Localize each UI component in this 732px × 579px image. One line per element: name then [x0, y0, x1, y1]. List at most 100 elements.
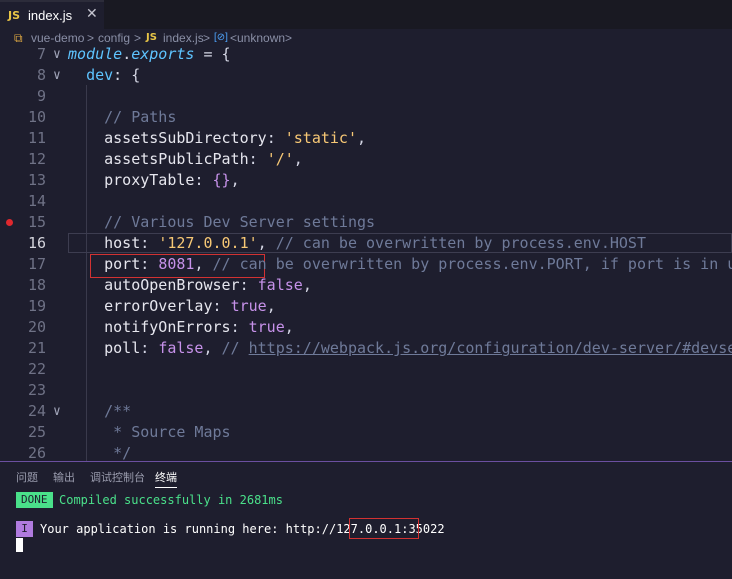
- code-token: 'static': [285, 129, 357, 147]
- code-token: [68, 297, 104, 315]
- line-number: 21: [0, 338, 46, 359]
- code-token: ,: [258, 234, 276, 252]
- code-text: proxyTable: {},: [68, 170, 240, 191]
- fold-chevron-icon[interactable]: ∨: [53, 401, 61, 422]
- code-token: autoOpenBrowser: [104, 276, 239, 294]
- code-line[interactable]: 22: [0, 359, 732, 380]
- code-token: host: [104, 234, 140, 252]
- tab-debug-console[interactable]: 调试控制台: [90, 469, 145, 485]
- code-token: dev: [86, 66, 113, 84]
- code-token: // Paths: [104, 108, 176, 126]
- tab-problems[interactable]: 问题: [16, 469, 38, 485]
- code-text: host: '127.0.0.1', // can be overwritten…: [68, 233, 646, 254]
- fold-chevron-icon[interactable]: ∨: [53, 44, 61, 65]
- code-token: */: [113, 444, 131, 461]
- editor-tab-bar: JS index.js ✕: [0, 0, 732, 29]
- code-token: [68, 402, 104, 420]
- line-number: 13: [0, 170, 46, 191]
- code-text: port: 8081, // can be overwritten by pro…: [68, 254, 732, 275]
- code-token: exports: [131, 45, 194, 63]
- close-icon[interactable]: ✕: [86, 6, 98, 22]
- code-line[interactable]: 15 // Various Dev Server settings: [0, 212, 732, 233]
- code-line[interactable]: 11 assetsSubDirectory: 'static',: [0, 128, 732, 149]
- code-line[interactable]: 19 errorOverlay: true,: [0, 296, 732, 317]
- terminal-cursor: [16, 538, 23, 552]
- code-line[interactable]: 26 */: [0, 443, 732, 461]
- line-number: 23: [0, 380, 46, 401]
- code-token: :: [240, 276, 258, 294]
- code-token: [68, 213, 104, 231]
- code-token: :: [140, 234, 158, 252]
- tab-index-js[interactable]: JS index.js ✕: [0, 0, 104, 29]
- code-line[interactable]: 7∨module.exports = {: [0, 44, 732, 65]
- code-token: true: [231, 297, 267, 315]
- code-token: https://webpack.js.org/configuration/dev…: [249, 339, 732, 357]
- line-number: 12: [0, 149, 46, 170]
- code-token: //: [222, 339, 249, 357]
- code-token: 8081: [158, 255, 194, 273]
- port-annotation-box: [349, 518, 419, 539]
- line-number: 22: [0, 359, 46, 380]
- code-line[interactable]: 13 proxyTable: {},: [0, 170, 732, 191]
- tab-filename: index.js: [28, 8, 72, 23]
- code-token: false: [258, 276, 303, 294]
- code-line[interactable]: 8∨ dev: {: [0, 65, 732, 86]
- code-editor[interactable]: 7∨module.exports = {8∨ dev: {910 // Path…: [0, 43, 732, 461]
- code-line[interactable]: 17 port: 8081, // can be overwritten by …: [0, 254, 732, 275]
- code-token: errorOverlay: [104, 297, 212, 315]
- code-token: [68, 108, 104, 126]
- variable-symbol-icon: [⊘]: [214, 32, 228, 43]
- line-number: 20: [0, 317, 46, 338]
- fold-chevron-icon[interactable]: ∨: [53, 65, 61, 86]
- code-line[interactable]: 10 // Paths: [0, 107, 732, 128]
- status-badge: DONE: [16, 492, 53, 508]
- code-line[interactable]: 23: [0, 380, 732, 401]
- compile-message: Compiled successfully in 2681ms: [59, 493, 283, 507]
- code-token: ,: [203, 339, 221, 357]
- code-text: autoOpenBrowser: false,: [68, 275, 312, 296]
- code-token: module: [68, 45, 122, 63]
- code-token: :: [140, 255, 158, 273]
- code-token: proxyTable: [104, 171, 194, 189]
- code-line[interactable]: 12 assetsPublicPath: '/',: [0, 149, 732, 170]
- code-line[interactable]: 18 autoOpenBrowser: false,: [0, 275, 732, 296]
- line-number: 16: [0, 233, 46, 254]
- code-text: assetsSubDirectory: 'static',: [68, 128, 366, 149]
- code-line[interactable]: 14: [0, 191, 732, 212]
- code-token: :: [267, 129, 285, 147]
- line-number: 9: [0, 86, 46, 107]
- code-line[interactable]: 24∨ /**: [0, 401, 732, 422]
- code-line[interactable]: 21 poll: false, // https://webpack.js.or…: [0, 338, 732, 359]
- code-token: notifyOnErrors: [104, 318, 230, 336]
- code-line[interactable]: 20 notifyOnErrors: true,: [0, 317, 732, 338]
- code-token: ,: [285, 318, 294, 336]
- code-text: errorOverlay: true,: [68, 296, 276, 317]
- code-token: ,: [357, 129, 366, 147]
- line-number: 10: [0, 107, 46, 128]
- code-token: :: [213, 297, 231, 315]
- code-text: notifyOnErrors: true,: [68, 317, 294, 338]
- code-token: [68, 318, 104, 336]
- code-token: :: [249, 150, 267, 168]
- code-token: [68, 339, 104, 357]
- code-token: // Various Dev Server settings: [104, 213, 375, 231]
- code-token: :: [140, 339, 158, 357]
- tab-terminal[interactable]: 终端: [155, 469, 177, 488]
- code-line[interactable]: 25 * Source Maps: [0, 422, 732, 443]
- code-token: :: [194, 171, 212, 189]
- code-token: = {: [194, 45, 230, 63]
- code-line[interactable]: 9: [0, 86, 732, 107]
- line-number: 25: [0, 422, 46, 443]
- code-token: true: [249, 318, 285, 336]
- code-token: ,: [194, 255, 212, 273]
- terminal-panel: 问题 输出 调试控制台 终端 DONE Compiled successfull…: [0, 461, 732, 579]
- javascript-file-icon: JS: [146, 32, 157, 43]
- code-token: [68, 66, 86, 84]
- code-line[interactable]: 16 host: '127.0.0.1', // can be overwrit…: [0, 233, 732, 254]
- code-token: '127.0.0.1': [158, 234, 257, 252]
- code-text: // Various Dev Server settings: [68, 212, 375, 233]
- tab-output[interactable]: 输出: [53, 469, 75, 485]
- line-number: 24: [0, 401, 46, 422]
- line-number: 8: [0, 65, 46, 86]
- code-token: [68, 171, 104, 189]
